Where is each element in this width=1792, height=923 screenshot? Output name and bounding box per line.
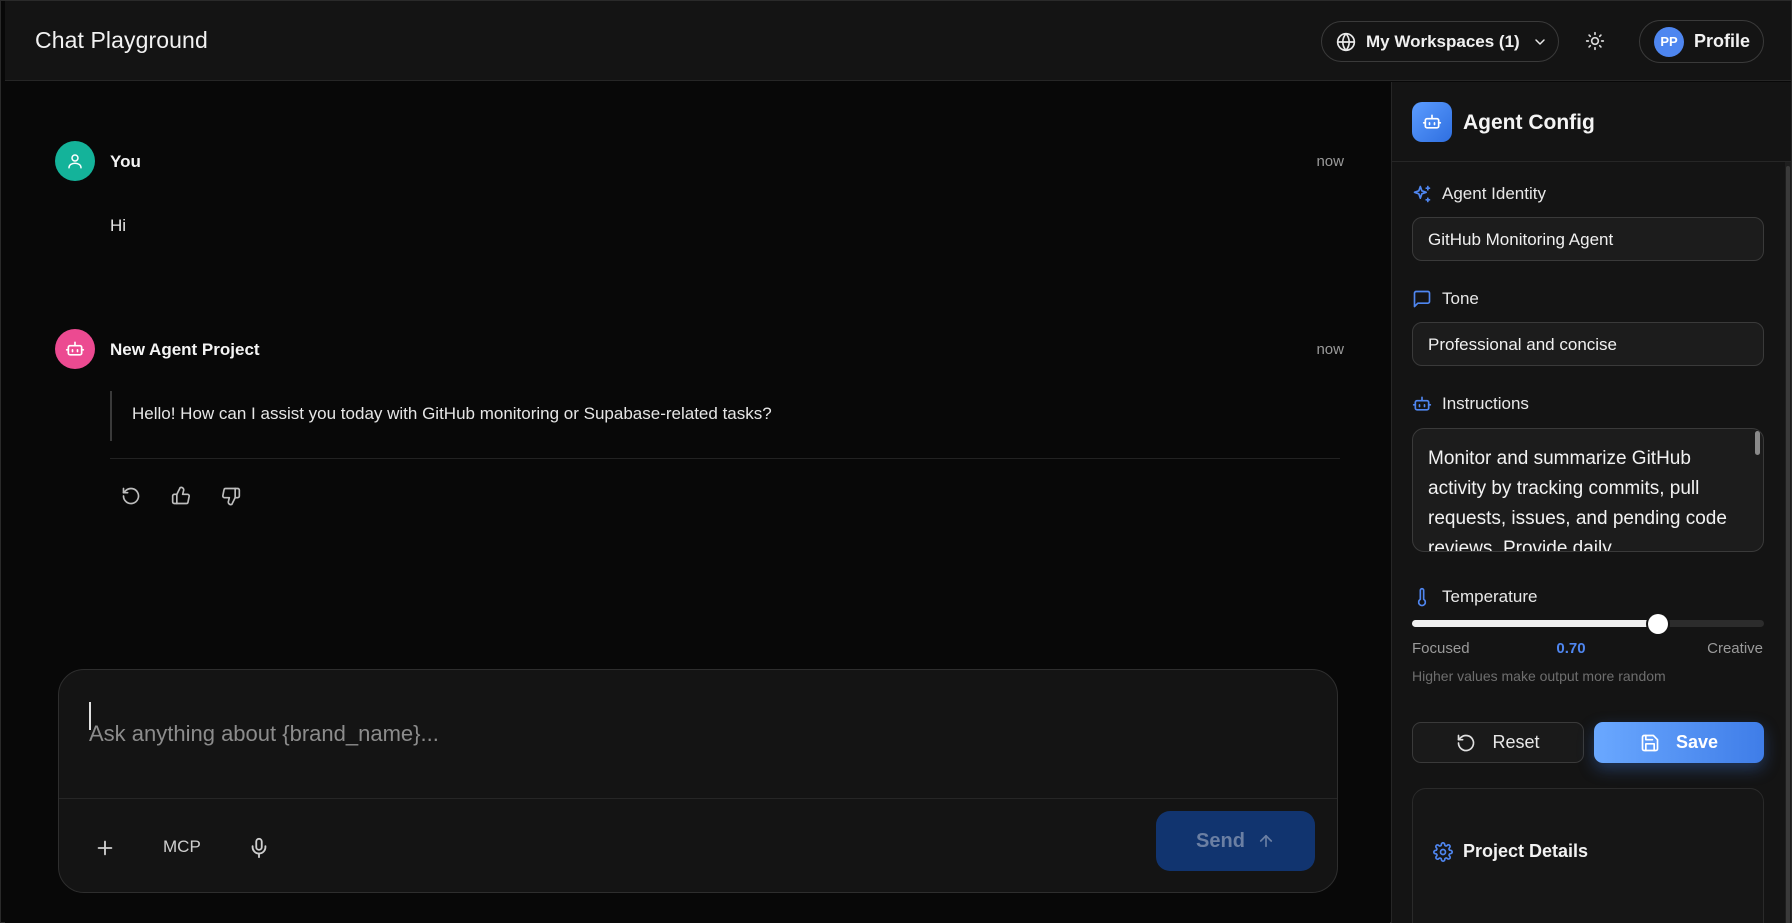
identity-label-text: Agent Identity: [1442, 184, 1546, 203]
message-composer: MCP Send: [58, 669, 1338, 893]
tone-input[interactable]: Professional and concise: [1412, 322, 1764, 366]
save-icon: [1640, 733, 1660, 753]
reset-button[interactable]: Reset: [1412, 722, 1584, 763]
theme-toggle-button[interactable]: [1583, 29, 1607, 53]
panel-scrollbar-thumb[interactable]: [1786, 166, 1790, 923]
chevron-down-icon: [1532, 34, 1548, 50]
regenerate-icon: [121, 486, 141, 506]
thermometer-icon: [1412, 587, 1432, 607]
profile-label: Profile: [1694, 31, 1751, 51]
regenerate-button[interactable]: [117, 482, 145, 510]
reset-icon: [1456, 733, 1476, 753]
workspaces-dropdown[interactable]: My Workspaces (1): [1321, 21, 1559, 62]
project-details-label: Project Details: [1463, 841, 1589, 861]
attach-button[interactable]: [93, 836, 117, 860]
send-button[interactable]: Send: [1156, 811, 1315, 871]
panel-title: Agent Config: [1463, 111, 1595, 134]
plus-icon: [94, 837, 116, 859]
message-square-icon: [1412, 289, 1432, 309]
arrow-up-icon: [1257, 832, 1275, 850]
instructions-label-text: Instructions: [1442, 394, 1529, 413]
bot-icon: [1412, 394, 1432, 414]
instructions-text: Monitor and summarize GitHub activity by…: [1428, 448, 1727, 552]
chat-area: You now Hi New Agent Project now Hello! …: [5, 82, 1390, 923]
message-author: You: [110, 152, 141, 171]
save-label: Save: [1675, 732, 1719, 752]
temperature-label-text: Temperature: [1442, 587, 1538, 606]
send-label: Send: [1196, 829, 1245, 852]
reset-label: Reset: [1492, 732, 1540, 752]
thumbs-up-button[interactable]: [167, 482, 195, 510]
sun-icon: [1585, 31, 1605, 51]
composer-toolbar: MCP Send: [59, 798, 1337, 892]
profile-button[interactable]: PP Profile: [1639, 20, 1764, 63]
thumbs-down-button[interactable]: [217, 482, 245, 510]
temperature-slider-fill: [1412, 620, 1659, 627]
microphone-icon: [248, 837, 270, 859]
temperature-label: Temperature: [1412, 587, 1537, 607]
instructions-textarea[interactable]: Monitor and summarize GitHub activity by…: [1412, 428, 1764, 552]
temperature-value: 0.70: [1556, 640, 1586, 657]
temperature-slider[interactable]: [1412, 614, 1764, 634]
tone-label: Tone: [1412, 289, 1479, 309]
message-text: Hi: [110, 216, 127, 235]
tone-label-text: Tone: [1442, 289, 1479, 308]
identity-input[interactable]: GitHub Monitoring Agent: [1412, 217, 1764, 261]
message-time: now: [1316, 153, 1344, 170]
thumbs-down-icon: [221, 486, 241, 506]
user-icon: [66, 152, 84, 170]
thumbs-up-icon: [171, 486, 191, 506]
message-time: now: [1316, 341, 1344, 358]
page-title: Chat Playground: [35, 27, 208, 53]
instructions-label: Instructions: [1412, 394, 1529, 414]
panel-header: Agent Config: [1392, 82, 1791, 162]
sparkles-icon: [1412, 184, 1432, 204]
instructions-scrollbar[interactable]: [1755, 431, 1760, 455]
project-details-title: Project Details: [1433, 841, 1588, 862]
temperature-max-label: Creative: [1707, 640, 1763, 657]
panel-logo: [1412, 102, 1452, 142]
gear-icon: [1433, 841, 1453, 862]
text-caret: [89, 702, 91, 730]
agent-config-panel: Agent Config Agent Identity GitHub Monit…: [1391, 82, 1791, 923]
app-window: Chat Playground My Workspaces (1) PP Pro…: [0, 0, 1792, 923]
temperature-min-label: Focused: [1412, 640, 1470, 657]
bot-avatar: [55, 329, 95, 369]
temperature-hint: Higher values make output more random: [1412, 668, 1666, 684]
save-button[interactable]: Save: [1594, 722, 1764, 763]
avatar: PP: [1654, 26, 1684, 57]
microphone-button[interactable]: [245, 834, 273, 862]
top-header: Chat Playground My Workspaces (1) PP Pro…: [5, 1, 1791, 81]
mcp-button[interactable]: MCP: [163, 837, 201, 857]
identity-label: Agent Identity: [1412, 184, 1546, 204]
message-author: New Agent Project: [110, 340, 260, 359]
workspaces-label: My Workspaces (1): [1366, 31, 1520, 51]
message-divider: [110, 458, 1340, 459]
temperature-slider-thumb[interactable]: [1648, 614, 1669, 634]
message-input[interactable]: [59, 670, 1337, 798]
bot-icon: [1422, 112, 1442, 132]
bot-icon: [65, 339, 85, 359]
message-text: Hello! How can I assist you today with G…: [110, 391, 1340, 441]
project-details-card: Project Details: [1412, 788, 1764, 923]
globe-icon: [1336, 32, 1356, 52]
user-avatar: [55, 141, 95, 181]
